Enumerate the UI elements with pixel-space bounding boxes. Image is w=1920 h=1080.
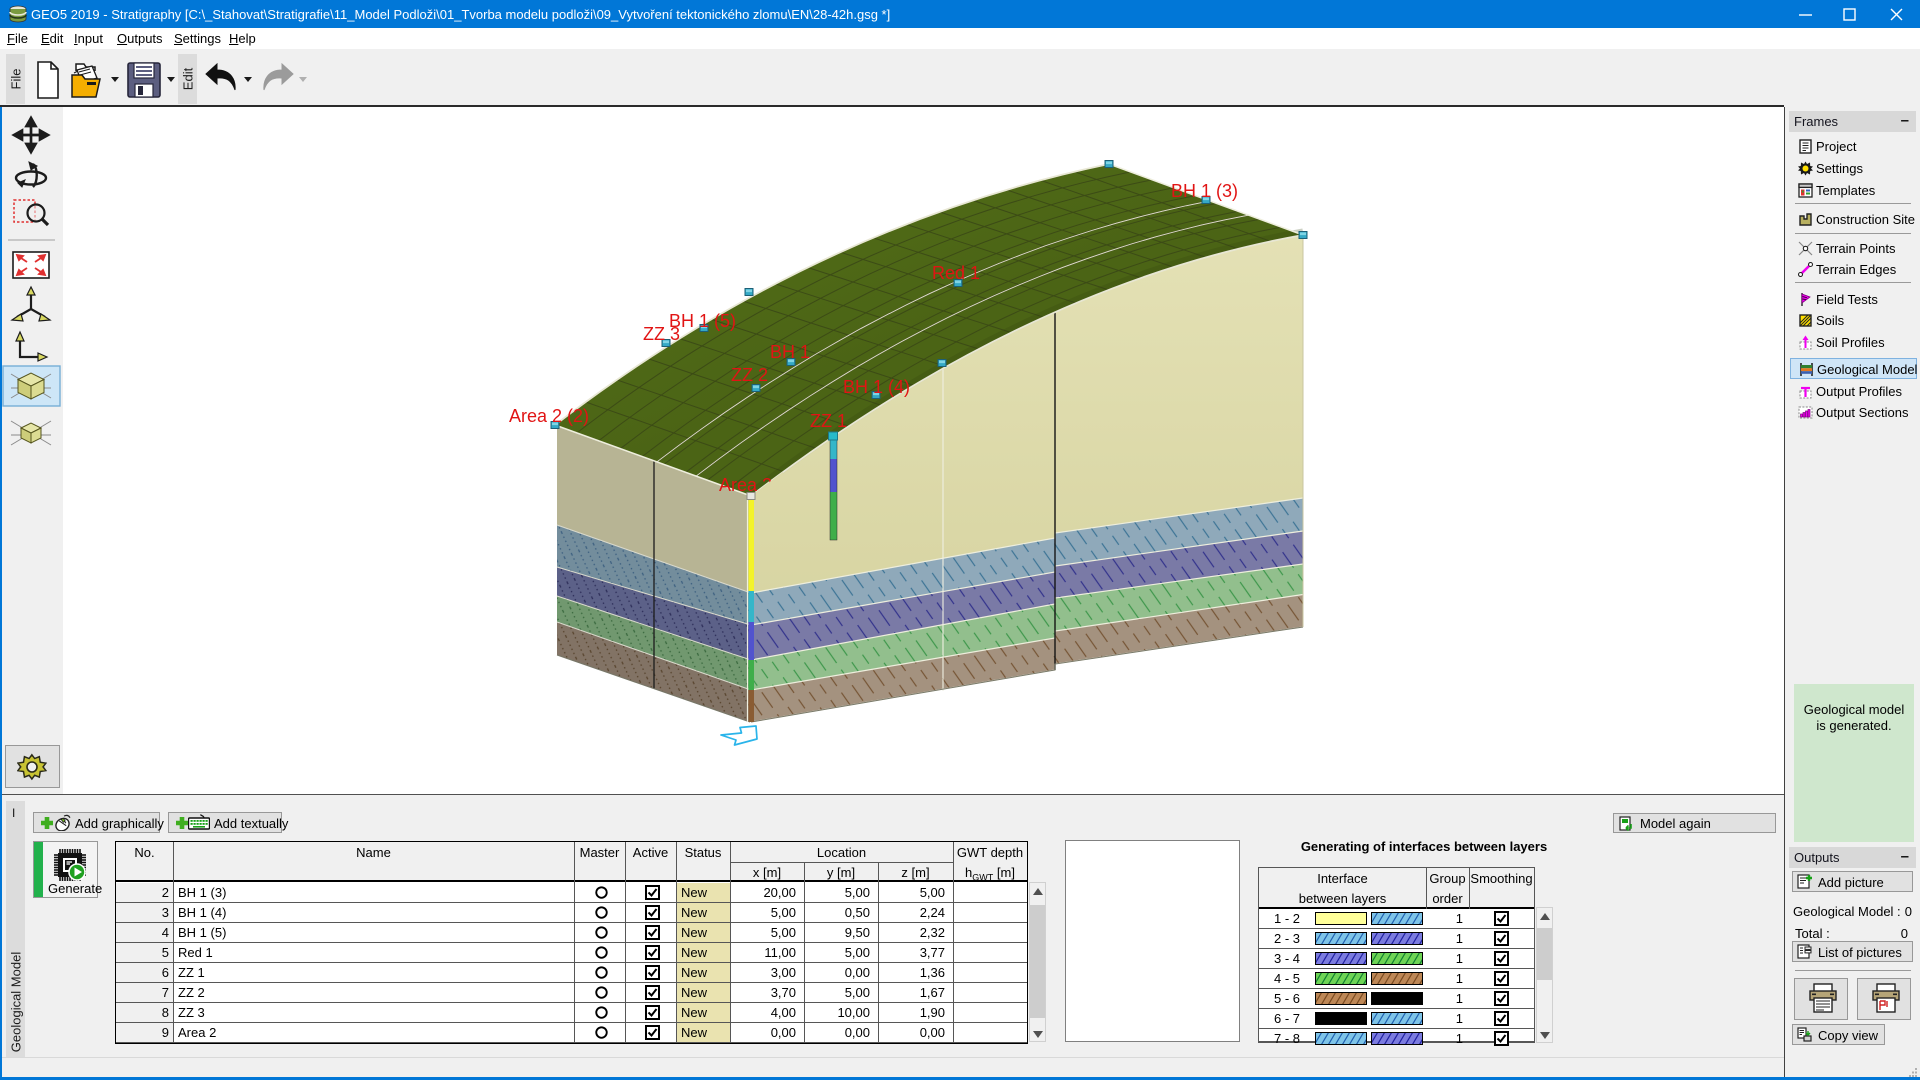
- svg-text:Area 2 (2): Area 2 (2): [509, 406, 589, 426]
- svg-text:BH 1 (4): BH 1 (4): [843, 377, 910, 397]
- svg-text:BH 1 (3): BH 1 (3): [1171, 181, 1238, 201]
- svg-text:ZZ 1: ZZ 1: [810, 411, 847, 431]
- svg-text:ZZ 3: ZZ 3: [643, 324, 680, 344]
- svg-text:Red 1: Red 1: [932, 263, 980, 283]
- svg-text:BH 1: BH 1: [770, 342, 810, 362]
- svg-text:ZZ 2: ZZ 2: [731, 365, 768, 385]
